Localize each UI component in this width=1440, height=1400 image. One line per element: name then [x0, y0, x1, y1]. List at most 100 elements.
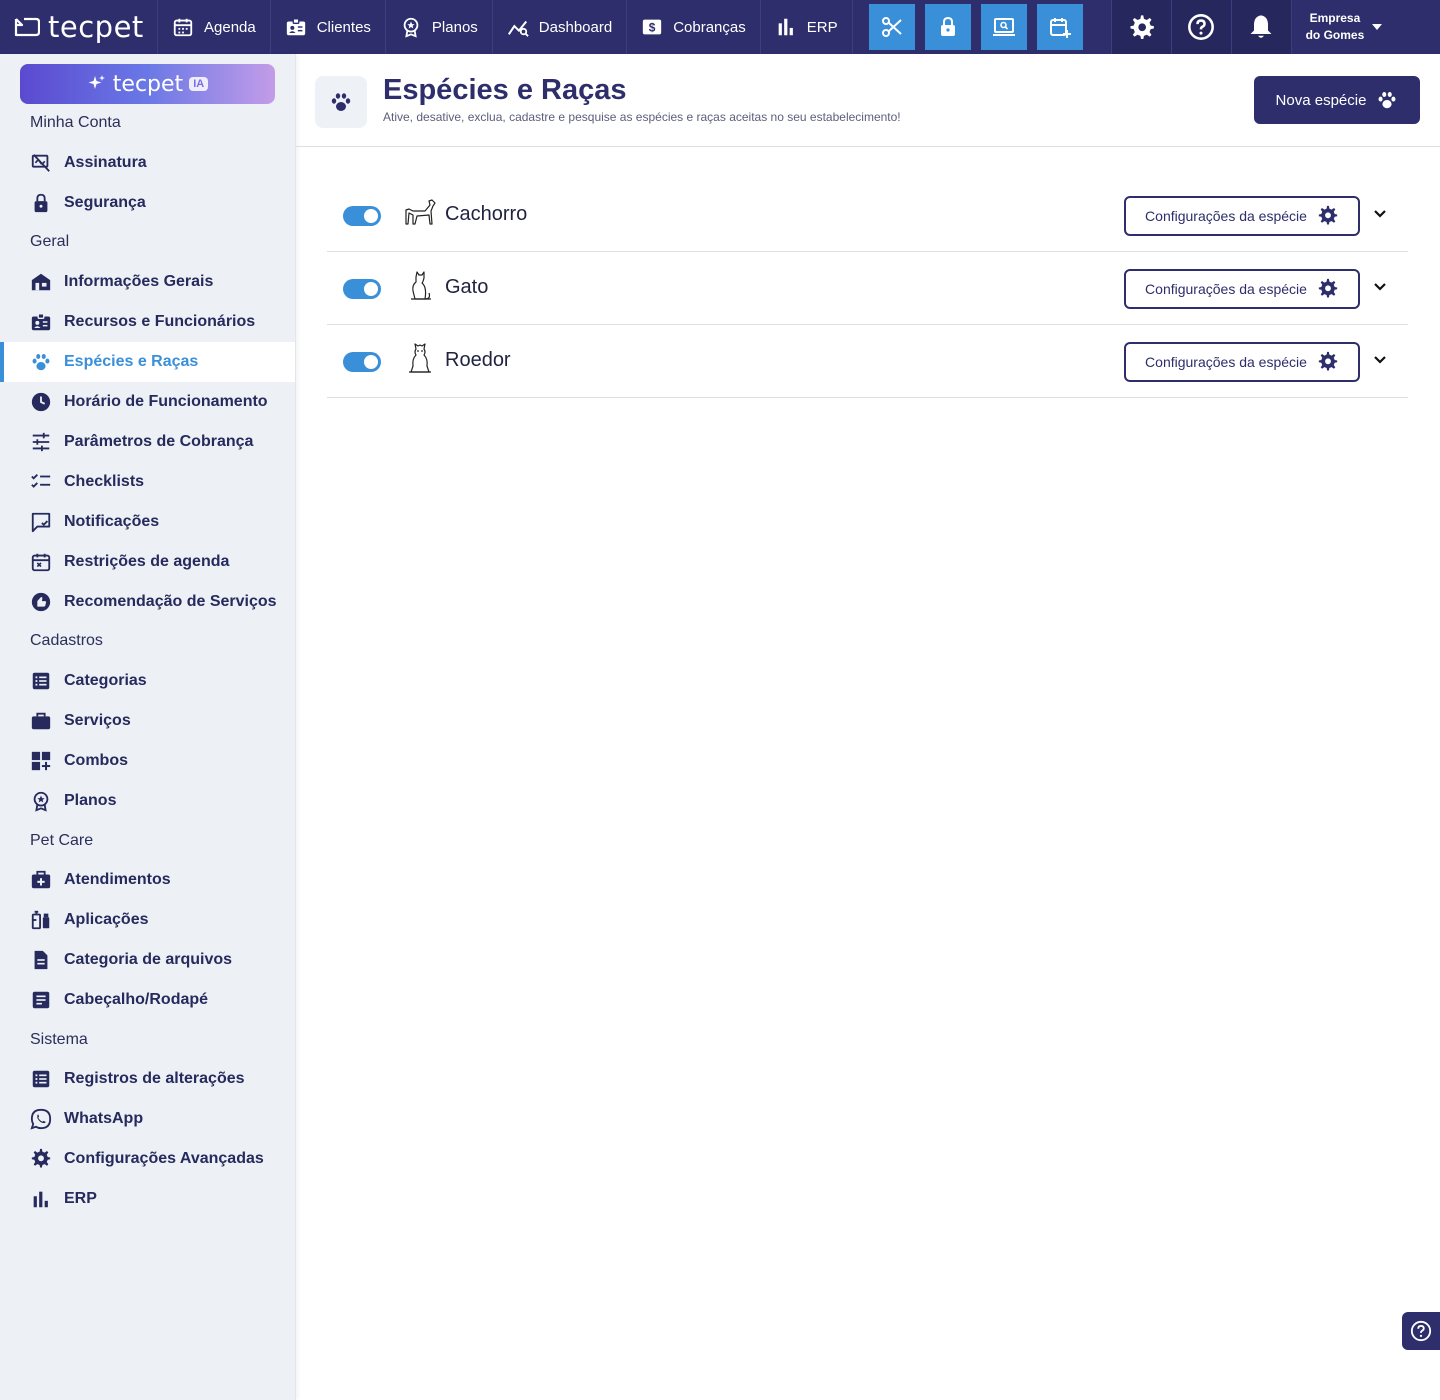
document-icon	[32, 991, 50, 1009]
sidebar-item-registros[interactable]: Registros de alterações	[0, 1059, 295, 1099]
scissors-icon	[881, 17, 902, 37]
quick-monitor-button[interactable]	[980, 4, 1027, 50]
paw-icon	[1379, 92, 1396, 109]
nav-label: Cobranças	[673, 18, 746, 36]
sidebar-item-recomendacao[interactable]: Recomendação de Serviços	[0, 582, 295, 622]
sidebar-item-horario[interactable]: Horário de Funcionamento	[0, 382, 295, 422]
quick-grooming-button[interactable]	[868, 4, 915, 50]
species-config-button[interactable]: Configurações da espécie	[1124, 342, 1360, 382]
section-title-account: Minha Conta	[30, 114, 121, 131]
store-icon	[31, 273, 51, 291]
bar-chart-icon	[33, 1191, 48, 1208]
quick-actions	[853, 0, 1099, 54]
floating-help-button[interactable]	[1402, 1312, 1440, 1350]
sidebar-item-informacoes-gerais[interactable]: Informações Gerais	[0, 262, 295, 302]
species-name: Gato	[445, 276, 489, 298]
section-title-petcare: Pet Care	[30, 832, 94, 849]
sidebar-item-cabecalho-rodape[interactable]: Cabeçalho/Rodapé	[0, 980, 295, 1020]
sidebar-item-whatsapp[interactable]: WhatsApp	[0, 1099, 295, 1139]
badge-icon	[403, 17, 419, 38]
briefcase-icon	[31, 712, 51, 730]
sidebar-item-atendimentos[interactable]: Atendimentos	[0, 860, 295, 900]
section-title-registry: Cadastros	[30, 632, 103, 649]
right-tools: Empresa do Gomes	[1110, 0, 1395, 54]
sidebar-item-categorias[interactable]: Categorias	[0, 661, 295, 701]
lock-icon	[34, 193, 48, 213]
nav-label: Planos	[431, 18, 478, 36]
rodent-icon	[409, 343, 431, 373]
quick-new-appointment-button[interactable]	[1036, 4, 1083, 50]
chevron-down-icon[interactable]	[1371, 351, 1389, 369]
dollar-icon: $	[643, 19, 662, 35]
company-name: Empresa do Gomes	[1305, 11, 1365, 42]
species-config-button[interactable]: Configurações da espécie	[1124, 269, 1360, 309]
dog-icon	[405, 199, 436, 225]
checklist-icon	[31, 474, 51, 488]
bar-chart-icon	[778, 18, 793, 36]
bell-icon	[1250, 15, 1272, 38]
species-config-button[interactable]: Configurações da espécie	[1124, 196, 1360, 236]
help-button[interactable]	[1170, 0, 1231, 54]
gear-icon	[31, 1148, 51, 1168]
species-row: Roedor Configurações da espécie	[327, 325, 1408, 398]
settings-sidebar: tecpet IA Minha Conta Assinatura Seguran…	[0, 54, 296, 1400]
nav-dashboard[interactable]: Dashboard	[493, 0, 628, 54]
sidebar-item-parametros-cobranca[interactable]: Parâmetros de Cobrança	[0, 422, 295, 462]
section-title-system: Sistema	[30, 1031, 88, 1048]
page-subtitle: Ative, desative, exclua, cadastre e pesq…	[383, 110, 901, 124]
chevron-down-icon[interactable]	[1371, 205, 1389, 223]
nav-cobrancas[interactable]: $ Cobranças	[627, 0, 761, 54]
species-active-toggle[interactable]	[343, 352, 381, 372]
sidebar-item-notificacoes[interactable]: Notificações	[0, 502, 295, 542]
sidebar-item-servicos[interactable]: Serviços	[0, 701, 295, 741]
sidebar-item-recursos[interactable]: Recursos e Funcionários	[0, 302, 295, 342]
sidebar-item-erp[interactable]: ERP	[0, 1179, 295, 1219]
section-title-general: Geral	[30, 233, 70, 250]
new-species-button[interactable]: Nova espécie	[1254, 76, 1420, 124]
nav-label: Agenda	[204, 18, 256, 36]
svg-text:$: $	[649, 21, 656, 35]
sidebar-item-aplicacoes[interactable]: Aplicações	[0, 900, 295, 940]
sidebar-item-categoria-arquivos[interactable]: Categoria de arquivos	[0, 940, 295, 980]
sidebar-item-combos[interactable]: Combos	[0, 741, 295, 781]
monitor-search-icon	[992, 18, 1015, 36]
species-name: Cachorro	[445, 203, 528, 225]
sidebar-item-checklists[interactable]: Checklists	[0, 462, 295, 502]
company-selector[interactable]: Empresa do Gomes	[1290, 0, 1395, 54]
nav-agenda[interactable]: Agenda	[158, 0, 271, 54]
id-card-icon	[286, 18, 305, 36]
chevron-down-icon[interactable]	[1371, 278, 1389, 296]
settings-button[interactable]	[1110, 0, 1171, 54]
tecpet-ia-button[interactable]: tecpet IA	[20, 64, 275, 104]
gear-icon	[1318, 278, 1338, 298]
nav-label: Clientes	[316, 18, 371, 36]
help-icon	[1410, 1320, 1432, 1342]
nav-planos[interactable]: Planos	[386, 0, 493, 54]
sidebar-item-planos[interactable]: Planos	[0, 781, 295, 821]
notifications-button[interactable]	[1230, 0, 1291, 54]
sidebar-item-restricoes[interactable]: Restrições de agenda	[0, 542, 295, 582]
sidebar-item-assinatura[interactable]: Assinatura	[0, 143, 295, 183]
sidebar-item-especies-racas[interactable]: Espécies e Raças	[0, 342, 295, 382]
calendar-plus-icon	[1049, 18, 1071, 38]
sidebar-item-seguranca[interactable]: Segurança	[0, 183, 295, 223]
sidebar-item-config-avancadas[interactable]: Configurações Avançadas	[0, 1139, 295, 1179]
nav-clientes[interactable]: Clientes	[271, 0, 386, 54]
logo-text: tecpet	[48, 10, 144, 44]
lock-icon	[940, 16, 955, 36]
species-active-toggle[interactable]	[343, 279, 381, 299]
gear-icon	[1318, 205, 1338, 225]
species-active-toggle[interactable]	[343, 206, 381, 226]
paw-icon	[331, 93, 351, 111]
list-icon	[32, 1070, 50, 1088]
new-species-label: Nova espécie	[1275, 91, 1367, 109]
page-header: Espécies e Raças Ative, desative, exclua…	[296, 54, 1440, 147]
species-row: Gato Configurações da espécie	[327, 252, 1408, 325]
logo[interactable]: tecpet	[0, 0, 158, 54]
quick-lock-button[interactable]	[924, 4, 971, 50]
medical-kit-icon	[31, 870, 51, 889]
calendar-block-icon	[31, 553, 51, 572]
nav-erp[interactable]: ERP	[761, 0, 853, 54]
badge-icon	[33, 791, 49, 812]
ia-badge: IA	[189, 77, 209, 91]
